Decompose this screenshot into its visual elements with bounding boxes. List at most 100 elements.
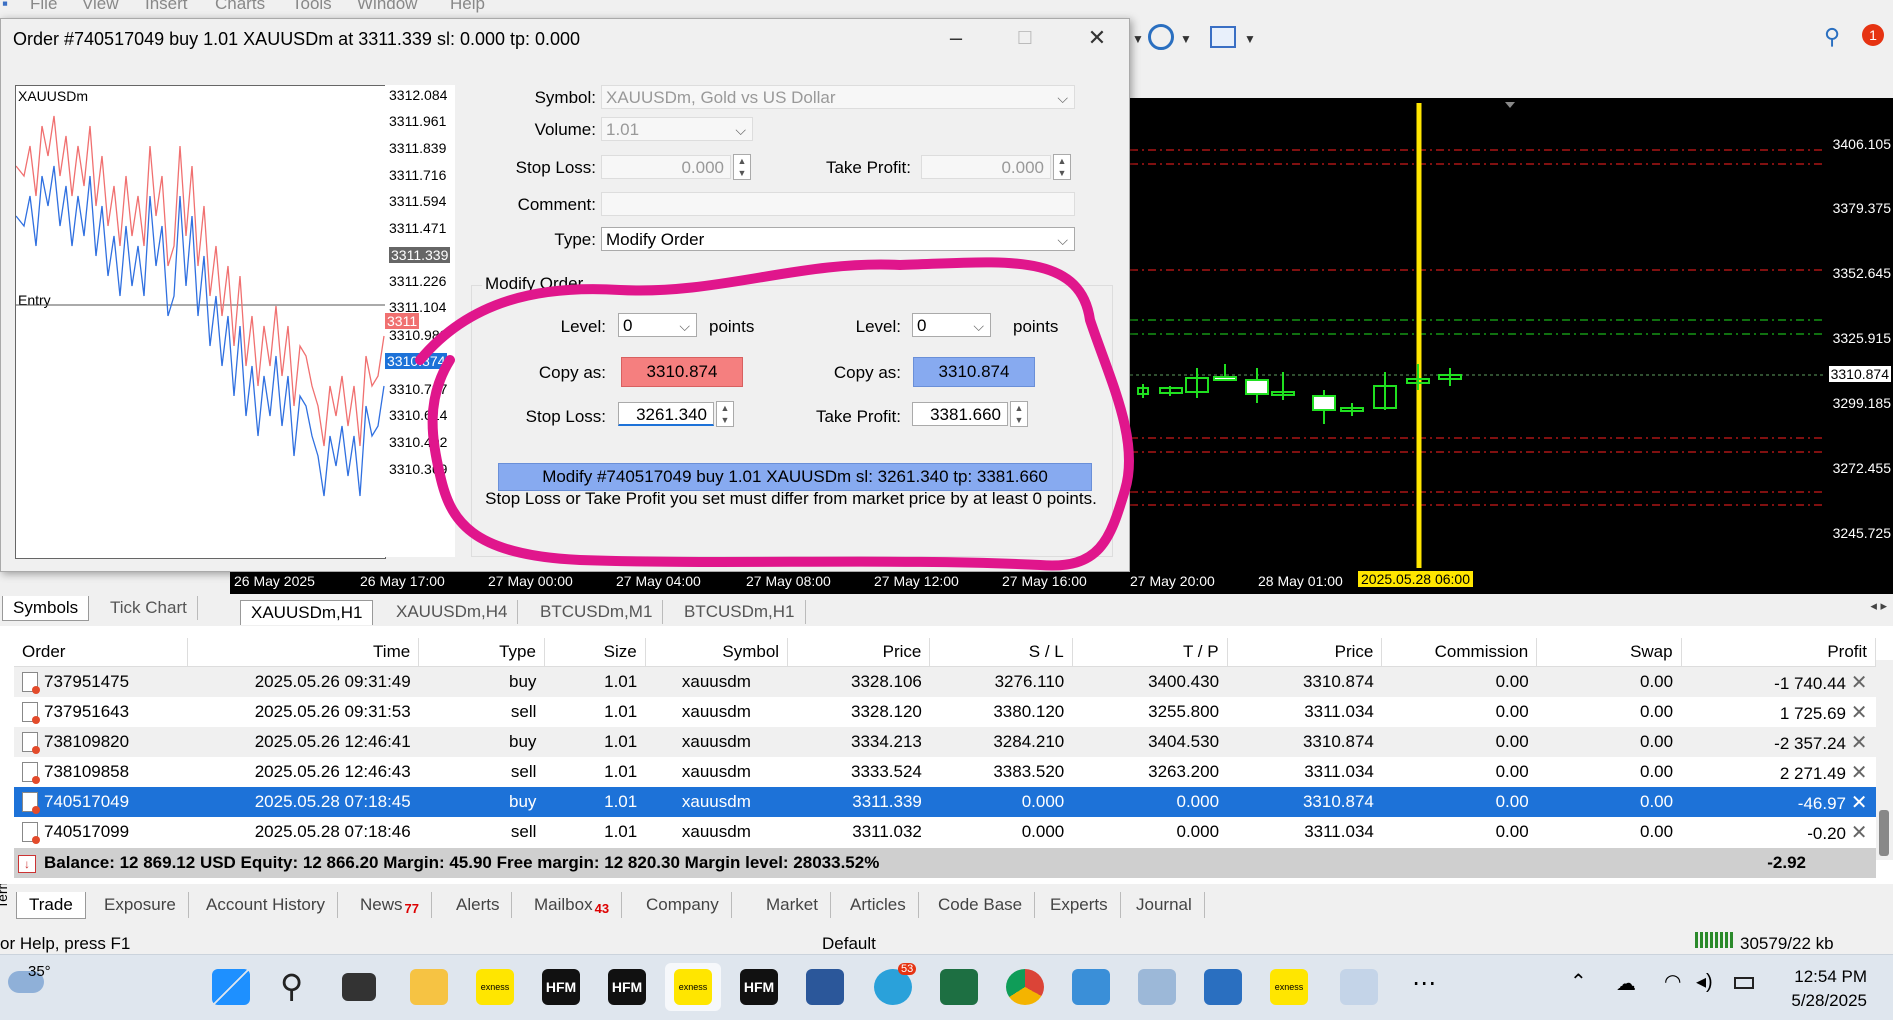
take-profit-input[interactable]: 0.000	[921, 155, 1051, 179]
excel-icon[interactable]	[940, 969, 978, 1005]
chart-tab-btcusdm-m1[interactable]: BTCUSDm,M1	[530, 600, 664, 624]
close-order-icon[interactable]: ✕	[1851, 792, 1868, 814]
col-time[interactable]: Time	[187, 638, 420, 667]
tab-alerts[interactable]: Alerts	[444, 892, 513, 918]
col-swap[interactable]: Swap	[1536, 638, 1682, 667]
search-icon[interactable]: ⚲	[1824, 24, 1840, 50]
window-app-icon[interactable]	[1204, 969, 1242, 1005]
clock[interactable]: 12:54 PM 5/28/2025	[1791, 965, 1867, 1013]
modify-tp-stepper[interactable]: ▲ ▼	[1010, 401, 1028, 427]
notification-badge[interactable]: 1	[1862, 24, 1884, 46]
modify-order-button[interactable]: Modify #740517049 buy 1.01 XAUUSDm sl: 3…	[498, 463, 1092, 491]
chrome-icon[interactable]	[1006, 969, 1044, 1005]
dropdown-arrow-icon[interactable]: ▼	[1180, 32, 1192, 46]
volume-icon[interactable]: ◂)	[1696, 969, 1713, 994]
col-type[interactable]: Type	[418, 638, 545, 667]
hfm-icon[interactable]: HFM	[542, 969, 580, 1005]
task-view-icon[interactable]	[342, 973, 376, 1001]
modify-sl-input[interactable]: 3261.340	[618, 402, 714, 426]
price-chart[interactable]	[1130, 98, 1823, 568]
comment-input[interactable]	[601, 192, 1075, 216]
col-current-price[interactable]: Price	[1227, 638, 1383, 667]
close-order-icon[interactable]: ✕	[1851, 672, 1868, 694]
scroll-tabs-icon[interactable]: ◂ ▸	[1870, 598, 1887, 614]
vertical-scrollbar[interactable]	[1876, 660, 1893, 860]
table-row[interactable]: 737951643 2025.05.26 09:31:53 sell 1.01 …	[14, 697, 1876, 727]
network-app-icon[interactable]	[1138, 969, 1176, 1005]
chevron-up-icon[interactable]: ⌃	[1570, 969, 1587, 994]
dropdown-arrow-icon[interactable]: ▼	[1244, 32, 1256, 46]
search-icon[interactable]: ⚲	[280, 967, 303, 1005]
exness-icon[interactable]: exness	[1270, 969, 1308, 1005]
take-profit-stepper[interactable]: ▲ ▼	[1053, 154, 1071, 180]
tab-mailbox[interactable]: Mailbox 43	[522, 892, 623, 918]
table-row-selected[interactable]: 740517049 2025.05.28 07:18:45 buy 1.01 x…	[14, 787, 1876, 817]
type-select[interactable]: Modify Order ⌵	[601, 227, 1075, 251]
tab-code-base[interactable]: Code Base	[926, 892, 1036, 918]
file-explorer-icon[interactable]	[410, 969, 448, 1005]
col-commission[interactable]: Commission	[1381, 638, 1538, 667]
menu-window[interactable]: Window	[357, 0, 417, 14]
close-order-icon[interactable]: ✕	[1851, 732, 1868, 754]
minimize-button[interactable]: –	[936, 23, 976, 53]
maximize-button[interactable]: ☐	[1005, 23, 1045, 53]
tp-copy-button[interactable]: 3310.874	[913, 357, 1035, 387]
hfm-icon[interactable]: HFM	[608, 969, 646, 1005]
exness-active-icon[interactable]: exness	[674, 969, 712, 1005]
sl-copy-button[interactable]: 3310.874	[621, 357, 743, 387]
stop-loss-stepper[interactable]: ▲ ▼	[733, 154, 751, 180]
battery-icon[interactable]	[1734, 977, 1754, 989]
symbol-select[interactable]: XAUUSDm, Gold vs US Dollar ⌵	[601, 85, 1075, 109]
tab-tick-chart[interactable]: Tick Chart	[100, 596, 198, 620]
hfm-icon[interactable]: HFM	[740, 969, 778, 1005]
close-order-icon[interactable]: ✕	[1851, 822, 1868, 844]
tab-articles[interactable]: Articles	[838, 892, 919, 918]
col-order[interactable]: Order	[14, 638, 188, 667]
col-tp[interactable]: T / P	[1072, 638, 1228, 667]
modify-sl-stepper[interactable]: ▲ ▼	[716, 401, 734, 427]
table-row[interactable]: 738109820 2025.05.26 12:46:41 buy 1.01 x…	[14, 727, 1876, 757]
tab-trade[interactable]: Trade	[16, 892, 86, 919]
table-row[interactable]: 738109858 2025.05.26 12:46:43 sell 1.01 …	[14, 757, 1876, 787]
close-button[interactable]: ✕	[1077, 23, 1117, 53]
scrollbar-thumb[interactable]	[1879, 810, 1889, 856]
word-icon[interactable]	[806, 969, 844, 1005]
more-icon[interactable]: ⋯	[1412, 969, 1436, 998]
menu-tools[interactable]: Tools	[292, 0, 332, 14]
menu-help[interactable]: Help	[450, 0, 485, 14]
template-icon[interactable]	[1210, 26, 1236, 48]
col-symbol[interactable]: Symbol	[645, 638, 789, 667]
stop-loss-input[interactable]: 0.000	[601, 155, 731, 179]
tick-chart[interactable]: XAUUSDm Entry	[15, 85, 386, 559]
close-order-icon[interactable]: ✕	[1851, 762, 1868, 784]
tab-news[interactable]: News 77	[348, 892, 432, 918]
wifi-icon[interactable]: ◠	[1664, 969, 1681, 994]
table-row[interactable]: 740517099 2025.05.28 07:18:46 sell 1.01 …	[14, 817, 1876, 847]
table-row[interactable]: 737951475 2025.05.26 09:31:49 buy 1.01 x…	[14, 666, 1876, 697]
tab-account-history[interactable]: Account History	[194, 892, 339, 918]
cloud-icon[interactable]: ☁	[1616, 971, 1636, 996]
chart-tab-xauusdm-h1[interactable]: XAUUSDm,H1	[240, 600, 374, 625]
modify-tp-input[interactable]: 3381.660	[912, 402, 1008, 426]
menu-file[interactable]: File	[30, 0, 57, 14]
col-price[interactable]: Price	[787, 638, 931, 667]
col-size[interactable]: Size	[544, 638, 646, 667]
col-sl[interactable]: S / L	[929, 638, 1073, 667]
chart-tab-btcusdm-h1[interactable]: BTCUSDm,H1	[674, 600, 806, 624]
chart-tab-xauusdm-h4[interactable]: XAUUSDm,H4	[386, 600, 519, 624]
sl-level-select[interactable]: 0 ⌵	[618, 313, 697, 337]
exness-icon[interactable]: exness	[476, 969, 514, 1005]
notepad-icon[interactable]	[1072, 969, 1110, 1005]
tab-symbols[interactable]: Symbols	[2, 596, 90, 621]
col-profit[interactable]: Profit	[1681, 638, 1877, 667]
volume-select[interactable]: 1.01 ⌵	[601, 117, 753, 141]
start-icon[interactable]	[212, 969, 250, 1005]
tp-level-select[interactable]: 0 ⌵	[912, 313, 991, 337]
menu-insert[interactable]: Insert	[145, 0, 188, 14]
tab-experts[interactable]: Experts	[1038, 892, 1121, 918]
menu-view[interactable]: View	[82, 0, 119, 14]
menu-charts[interactable]: Charts	[215, 0, 265, 14]
close-order-icon[interactable]: ✕	[1851, 702, 1868, 724]
tab-exposure[interactable]: Exposure	[92, 892, 189, 918]
tab-journal[interactable]: Journal	[1124, 892, 1205, 918]
